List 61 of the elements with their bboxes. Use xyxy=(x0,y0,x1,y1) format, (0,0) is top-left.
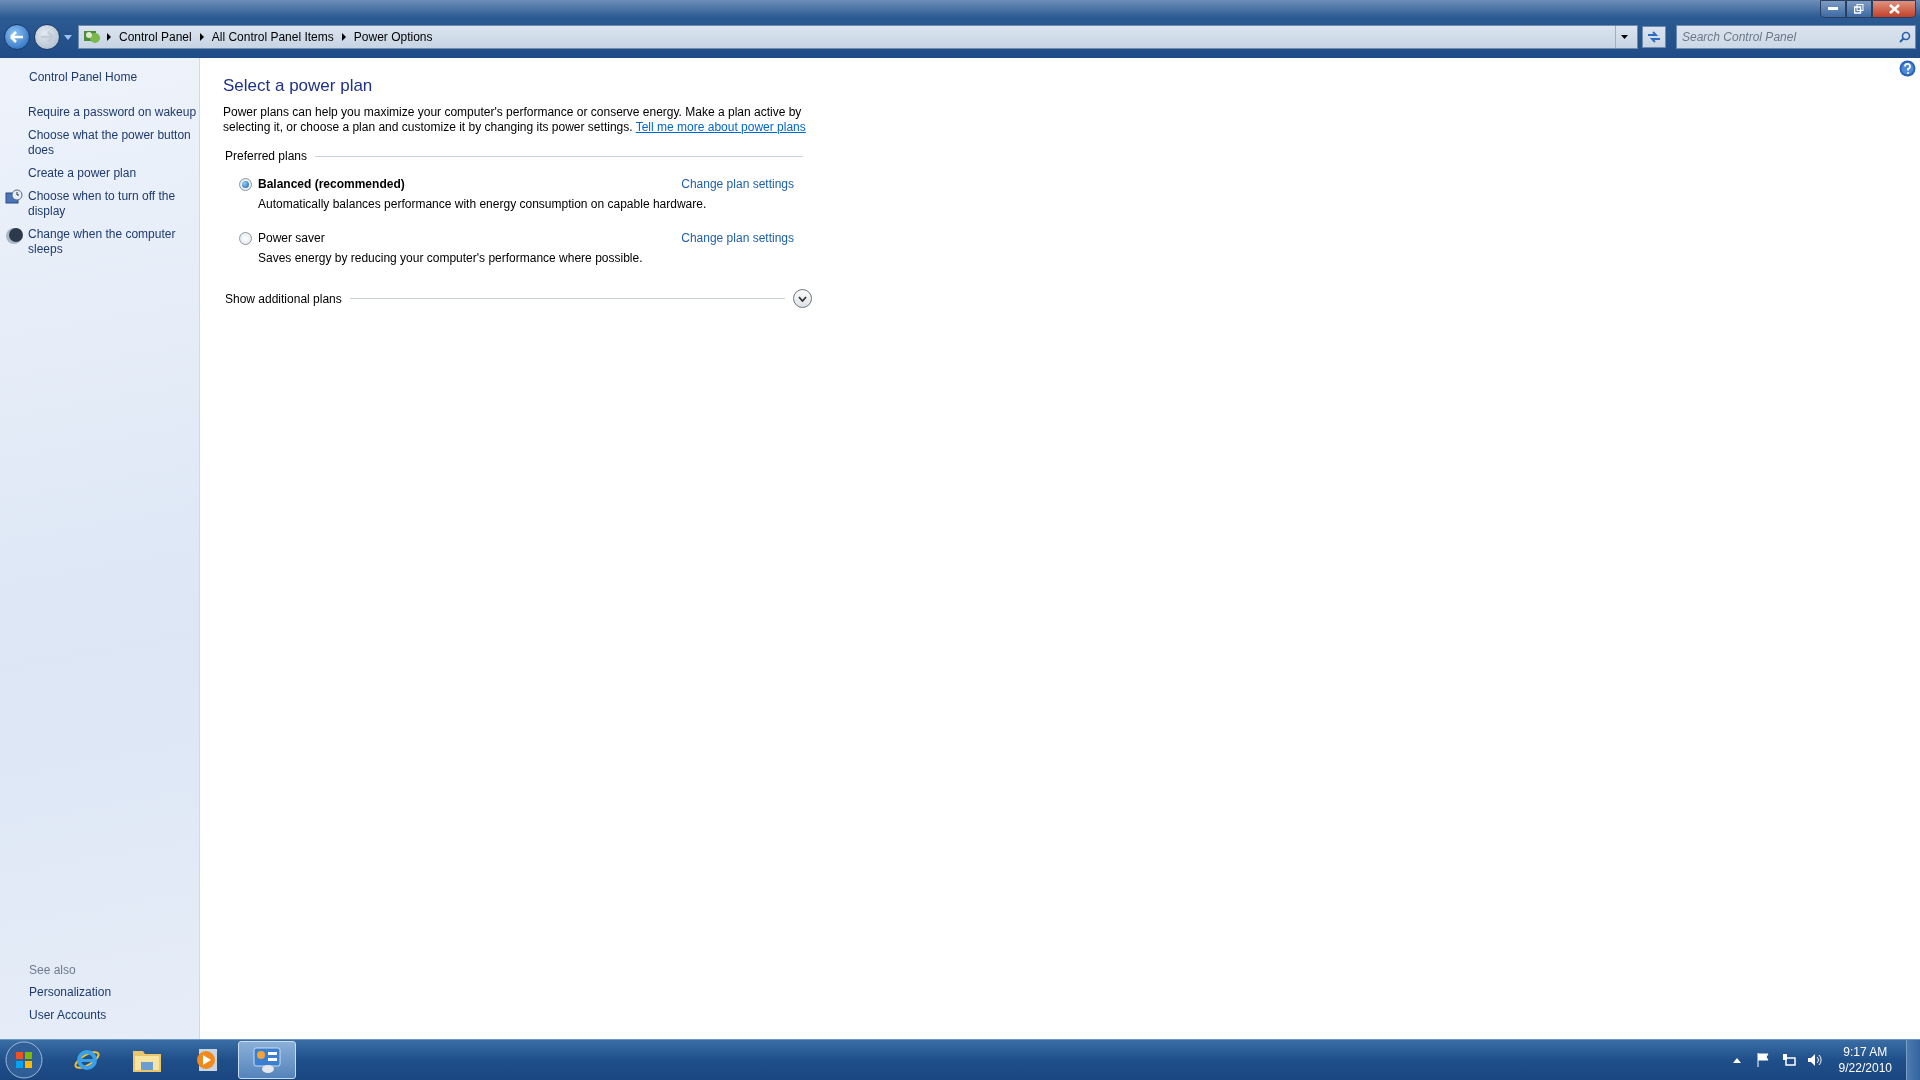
breadcrumb-link[interactable]: All Control Panel Items xyxy=(209,30,336,44)
caret-icon xyxy=(1621,35,1628,39)
breadcrumb-arrow-icon xyxy=(341,33,346,41)
close-icon xyxy=(1888,4,1900,14)
see-also-link[interactable]: User Accounts xyxy=(29,1008,199,1023)
plan-radio-button[interactable] xyxy=(239,178,252,191)
expand-button[interactable] xyxy=(793,289,812,308)
see-also-link[interactable]: Personalization xyxy=(29,985,199,1000)
speaker-icon xyxy=(1806,1053,1823,1067)
help-link[interactable]: Tell me more about power plans xyxy=(635,120,806,134)
plan-radio-button[interactable] xyxy=(239,232,252,245)
search-field[interactable]: Search Control Panel xyxy=(1676,25,1916,49)
sidebar-task-link[interactable]: Choose what the power button does xyxy=(28,128,199,158)
chevron-icon xyxy=(798,295,807,302)
restore-icon xyxy=(1854,4,1864,14)
breadcrumb-arrow-icon xyxy=(107,33,111,41)
network-icon xyxy=(1781,1053,1796,1067)
up-arrow-icon xyxy=(1732,1057,1741,1063)
control-panel-home-link[interactable]: Control Panel Home xyxy=(29,70,199,85)
back-button[interactable] xyxy=(4,24,30,50)
refresh-arrows-icon xyxy=(1647,31,1661,43)
sidebar-task-link[interactable]: Create a power plan xyxy=(28,166,199,181)
clock[interactable]: 9:17 AM 9/22/2010 xyxy=(1830,1044,1900,1076)
forward-arrow-icon xyxy=(40,31,54,43)
plan-name: Power saver xyxy=(258,231,326,245)
control-panel-icon xyxy=(83,29,101,45)
change-plan-settings-link[interactable]: Change plan settings xyxy=(681,231,794,245)
group-heading: Preferred plans xyxy=(225,149,308,163)
address-bar[interactable]: Control Panel All Control Panel Items Power Options xyxy=(78,25,1638,49)
caret-icon xyxy=(64,34,72,40)
refresh-button[interactable] xyxy=(1642,26,1666,48)
breadcrumb-link[interactable]: Control Panel xyxy=(117,30,194,44)
control-panel-icon xyxy=(252,1046,282,1074)
forward-button[interactable] xyxy=(34,24,60,50)
flag-icon xyxy=(1756,1053,1769,1067)
show-additional-plans-label: Show additional plans xyxy=(225,291,342,306)
monitor-clock-icon xyxy=(5,189,23,207)
help-button[interactable] xyxy=(1899,60,1916,77)
sidebar-task-link[interactable]: Require a password on wakeup xyxy=(28,105,199,120)
plan-description: Saves energy by reducing your computer's performance where possible. xyxy=(258,251,644,265)
see-also-heading: See also xyxy=(29,963,77,977)
change-plan-settings-link[interactable]: Change plan settings xyxy=(681,177,794,191)
back-arrow-icon xyxy=(10,31,24,43)
plan-name: Balanced (recommended) xyxy=(258,177,406,191)
search-icon xyxy=(1899,31,1911,43)
close-button[interactable] xyxy=(1872,0,1916,18)
moon-icon xyxy=(5,227,23,245)
breadcrumb-link[interactable]: Power Options xyxy=(351,30,435,44)
page-title: Select a power plan xyxy=(223,76,374,96)
restore-button[interactable] xyxy=(1846,0,1872,18)
sidebar-task-link[interactable]: Change when the computer sleeps xyxy=(28,227,199,257)
help-icon xyxy=(1899,60,1916,77)
breadcrumb-arrow-icon xyxy=(199,33,204,41)
minimize-icon xyxy=(1828,7,1838,11)
media-player-icon xyxy=(194,1047,220,1073)
intro-text: Power plans can help you maximize your computer's performance or conserve energy. Make a plan active by selecting it, or choose a plan and customize it by changing its power settings. Tell me more about power plans xyxy=(223,105,807,135)
minimize-button[interactable] xyxy=(1820,0,1846,18)
plan-description: Automatically balances performance with energy consumption on capable hardware. xyxy=(258,197,708,211)
start-orb-icon xyxy=(5,1041,43,1079)
taskbar-button[interactable] xyxy=(238,1041,296,1079)
sidebar-task-link[interactable]: Choose when to turn off the display xyxy=(28,189,199,219)
